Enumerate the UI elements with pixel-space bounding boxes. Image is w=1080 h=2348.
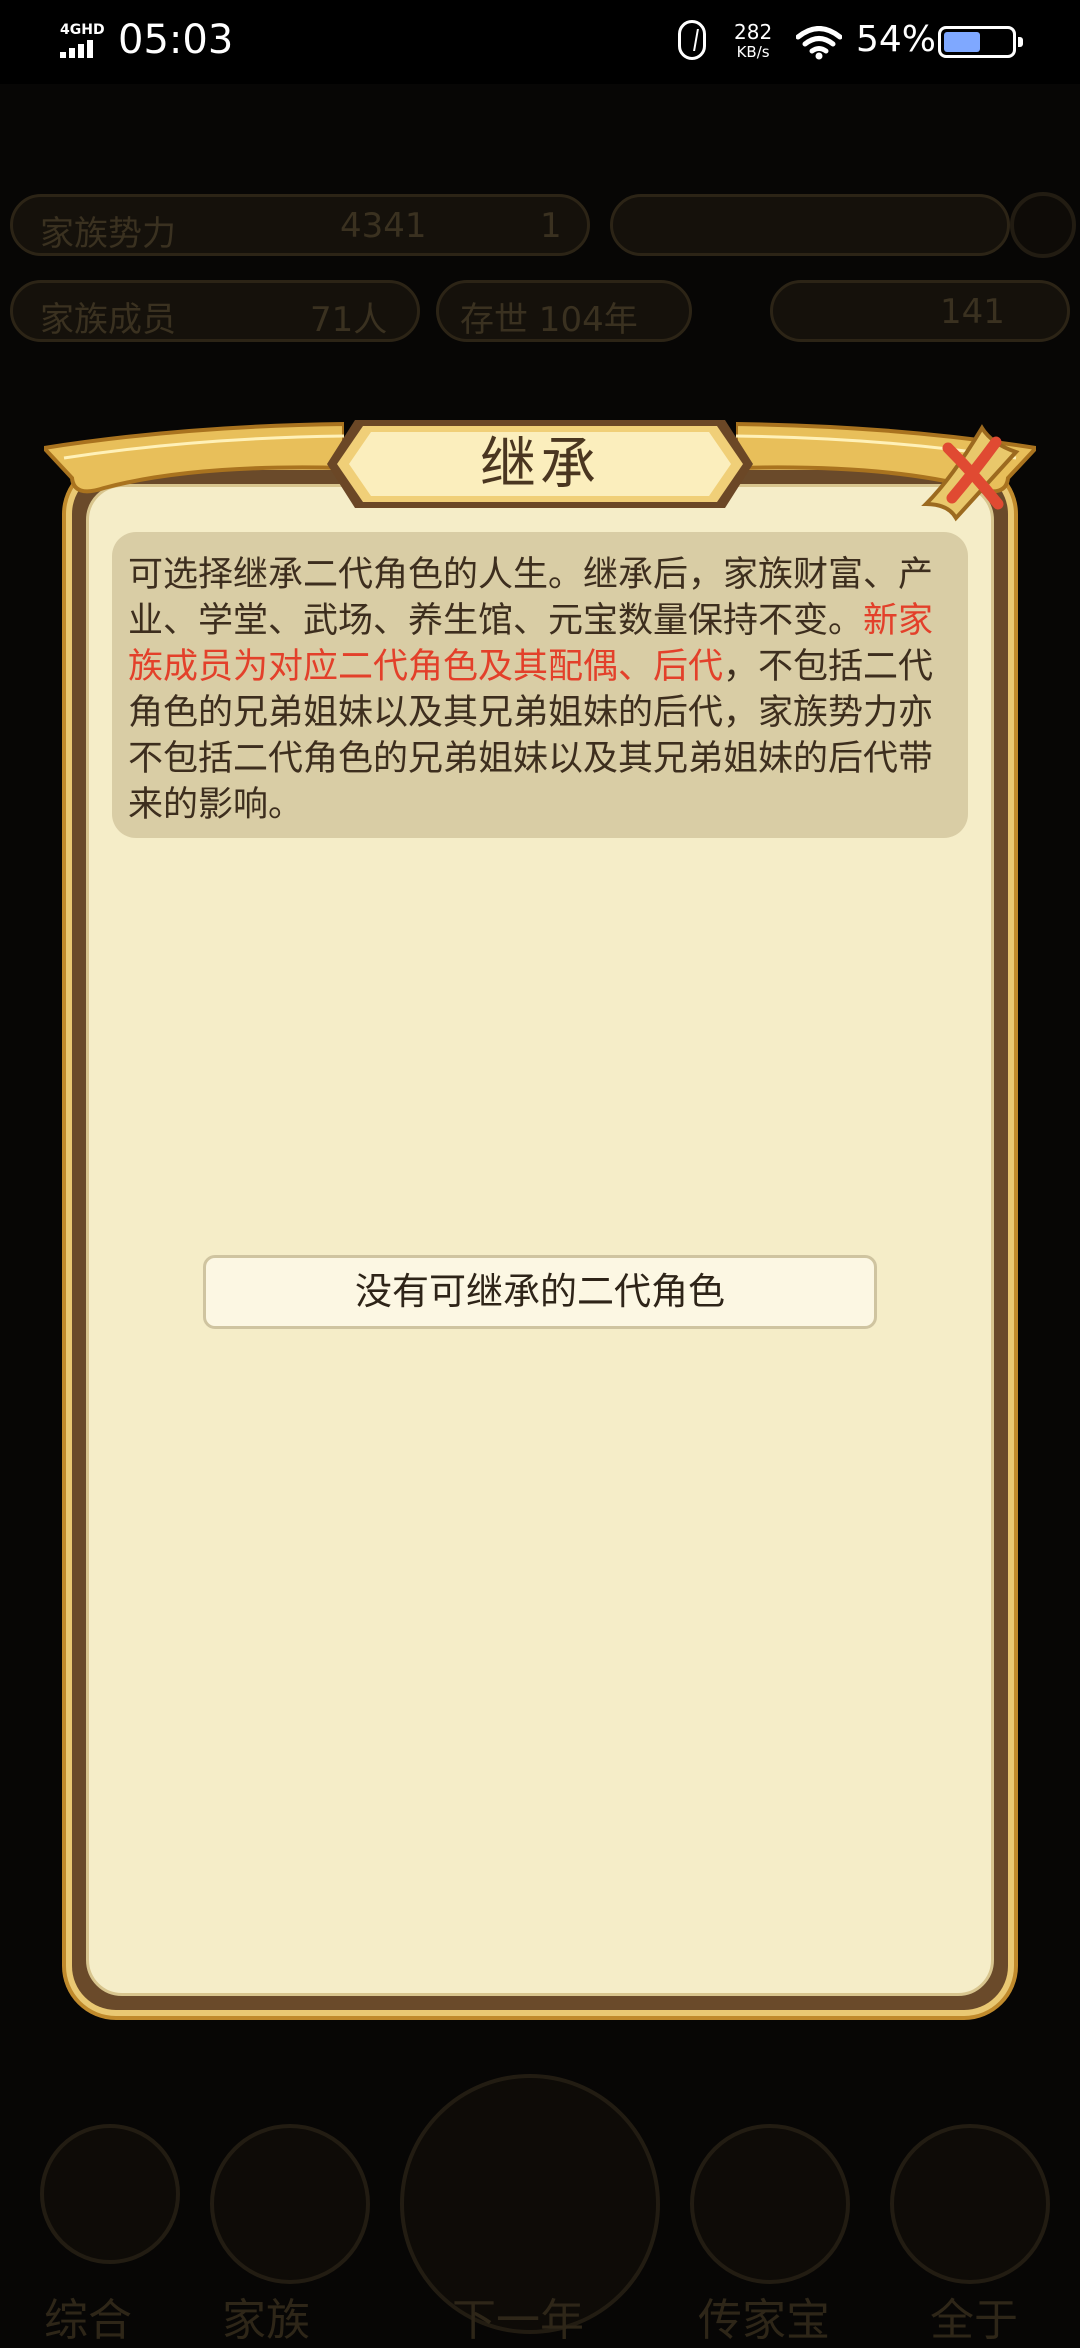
bg-tab-next-year: 下一年 <box>452 2295 584 2346</box>
inherit-description: 可选择继承二代角色的人生。继承后，家族财富、产业、学堂、武场、养生馆、元宝数量保… <box>112 532 968 838</box>
bg-coin-bar <box>770 280 1070 342</box>
bg-help-icon <box>1010 192 1076 258</box>
close-icon[interactable] <box>912 408 1032 528</box>
network-type: 4GHD <box>60 22 105 38</box>
speed-value: 282 <box>734 20 773 44</box>
network-speed: 282 KB/s <box>734 22 772 62</box>
status-bar: 4GHD 05:03 282 KB/s 54% <box>0 0 1080 84</box>
bg-members-value: 71人 <box>310 300 388 340</box>
bg-power-value: 4341 <box>340 206 427 246</box>
signal-icon <box>60 40 104 58</box>
bg-tab-heirloom: 传家宝 <box>698 2295 830 2346</box>
battery-fill <box>944 32 980 52</box>
bg-tab-overview: 综合 <box>44 2295 132 2346</box>
bg-tab-icon <box>890 2124 1050 2284</box>
empty-state-message: 没有可继承的二代角色 <box>203 1255 877 1329</box>
bluetooth-icon <box>678 20 706 60</box>
battery-percent: 54% <box>856 19 937 60</box>
clock: 05:03 <box>118 17 234 63</box>
description-text: 可选择继承二代角色的人生。继承后，家族财富、产业、学堂、武场、养生馆、元宝数量保… <box>128 555 934 641</box>
wifi-icon <box>796 26 842 60</box>
bg-tab-more: 全于 <box>930 2295 1018 2346</box>
left-ornament <box>44 421 344 494</box>
bg-power-extra: 1 <box>540 206 562 246</box>
bg-tab-family: 家族 <box>222 2295 310 2346</box>
bg-coin-value: 141 <box>940 292 1005 332</box>
bg-tab-icon <box>690 2124 850 2284</box>
bg-tab-icon <box>210 2124 370 2284</box>
battery-icon <box>938 26 1023 58</box>
bg-currency-bar <box>610 194 1010 256</box>
bg-years-label: 存世 104年 <box>460 300 638 340</box>
bg-members-label: 家族成员 <box>40 300 176 340</box>
speed-unit: KB/s <box>736 43 770 61</box>
dialog-title: 继承 <box>480 432 600 497</box>
bg-power-label: 家族势力 <box>40 214 176 254</box>
bg-tab-icon <box>40 2124 180 2264</box>
